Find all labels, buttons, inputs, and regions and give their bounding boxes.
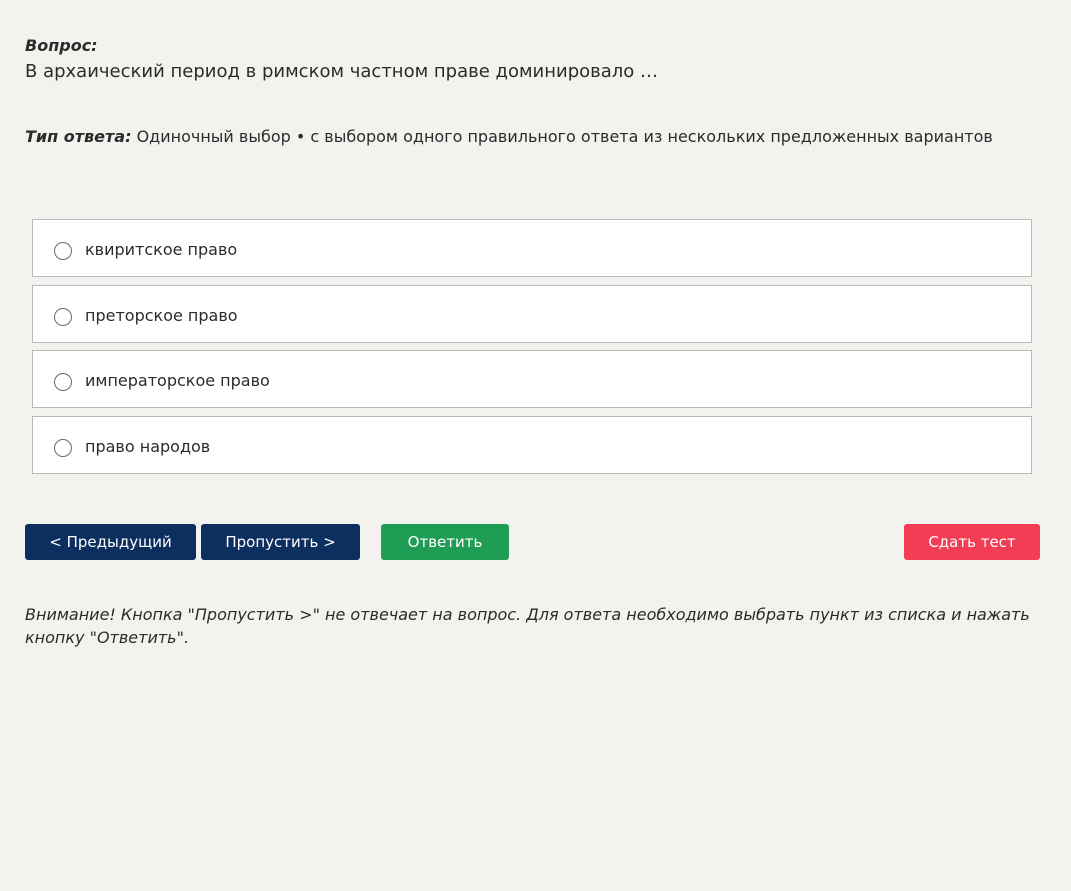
skip-button[interactable]: Пропустить > [201,524,360,560]
answer-option-label: преторское право [85,305,238,325]
answer-option-4[interactable]: право народов [32,415,1032,474]
radio-button-icon[interactable] [54,242,72,260]
answer-type-value: Одиночный выбор • с выбором одного прави… [136,127,993,146]
answer-options: квиритское право преторское право импера… [32,219,1032,481]
answer-option-3[interactable]: императорское право [32,350,1032,408]
answer-type: Тип ответа: Одиночный выбор • с выбором … [25,127,993,146]
answer-option-label: право народов [85,436,211,456]
answer-button[interactable]: Ответить [381,524,509,560]
question-label: Вопрос: [25,36,98,55]
answer-type-label: Тип ответа: [25,127,132,146]
test-page: Вопрос: В архаический период в римском ч… [0,0,1071,891]
radio-button-icon[interactable] [54,373,72,391]
finish-test-button[interactable]: Сдать тест [904,524,1040,560]
warning-note: Внимание! Кнопка "Пропустить >" не отвеч… [25,605,1030,647]
radio-button-icon[interactable] [54,307,72,326]
question-text: В архаический период в римском частном п… [25,61,659,82]
answer-option-label: императорское право [85,371,270,390]
answer-option-1[interactable]: квиритское право [32,219,1032,277]
answer-option-label: квиритское право [85,240,238,259]
radio-button-icon[interactable] [54,438,72,457]
previous-button[interactable]: < Предыдущий [25,524,196,560]
answer-option-2[interactable]: преторское право [32,284,1032,343]
